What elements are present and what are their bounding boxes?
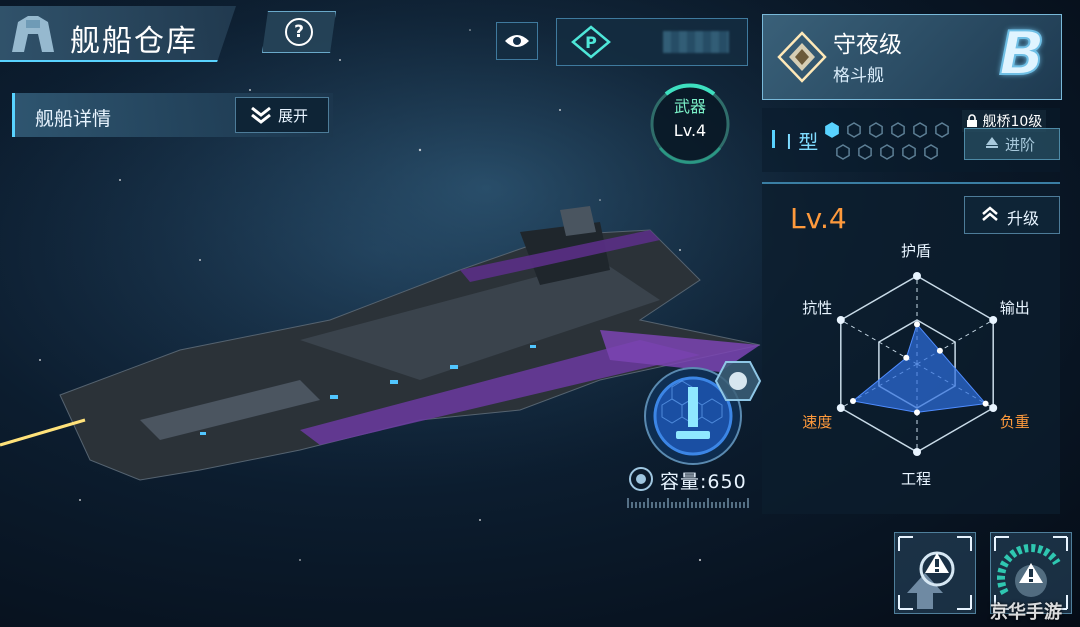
gem-icon (714, 361, 762, 401)
type-slot-empty (891, 122, 905, 138)
ship-detail-label: 舰船详情 (35, 108, 112, 130)
upgrade-warning-icon (898, 536, 972, 610)
ship-type: 格斗舰 (833, 66, 884, 86)
ship-class-name: 守夜级 (833, 32, 902, 58)
type-slot-empty (913, 122, 927, 138)
type-accent-bar (772, 130, 775, 148)
type-slot-empty (836, 144, 850, 160)
help-icon: ? (285, 18, 313, 46)
type-slot-empty (935, 122, 949, 138)
capacity-ruler (627, 498, 749, 508)
watermark: 京华手游 (990, 602, 1062, 623)
stat-label: 护盾 (901, 242, 932, 260)
class-badge-icon (777, 31, 827, 83)
radar-vertex (913, 448, 921, 456)
stats-radar-chart (836, 272, 998, 456)
advance-button[interactable]: 进阶 (964, 128, 1060, 160)
eye-icon (505, 35, 529, 47)
radar-vertex (836, 316, 845, 324)
currency-value-obscured (663, 31, 729, 53)
engine-beam (0, 418, 86, 447)
radar-value-point (914, 321, 920, 328)
advance-label: 进阶 (1005, 136, 1036, 154)
capacity-text: 容量:650 (660, 471, 747, 493)
type-label: I 型 (786, 130, 819, 154)
type-slot-empty (858, 144, 872, 160)
type-slot-empty (902, 144, 916, 160)
ship-detail-bar: 舰船详情 展开 (12, 93, 333, 137)
type-slot-grid (825, 122, 949, 160)
radar-value-area (851, 323, 987, 413)
double-chevron-down-icon (251, 106, 271, 124)
double-chevron-up-icon (982, 206, 998, 221)
expand-button[interactable]: 展开 (235, 97, 329, 133)
stat-label: 抗性 (802, 299, 833, 317)
expand-label: 展开 (278, 107, 309, 125)
stat-label: 速度 (802, 413, 833, 431)
type-slot-empty (880, 144, 894, 160)
ship-type-row: I 型 舰桥10级 进阶 (762, 108, 1060, 172)
stat-label: 工程 (901, 470, 932, 488)
stat-label: 负重 (999, 413, 1030, 431)
stat-label: 输出 (999, 299, 1030, 317)
advance-arrow-icon (986, 137, 998, 148)
type-slot-empty (869, 122, 883, 138)
p-currency-icon: P (571, 25, 611, 59)
type-slot-filled (825, 122, 839, 138)
help-button[interactable]: ? (262, 11, 336, 53)
radar-value-point (903, 354, 910, 361)
radar-value-point (914, 409, 920, 416)
type-slot-empty (924, 144, 938, 160)
radar-vertex (836, 404, 845, 412)
radar-vertex (913, 272, 921, 280)
capacity-icon (629, 467, 653, 491)
lock-icon (967, 114, 977, 127)
svg-text:P: P (585, 33, 597, 52)
view-toggle-button[interactable] (496, 22, 538, 60)
radar-vertex (989, 316, 998, 324)
upgrade-warning-button[interactable] (894, 532, 976, 614)
hangar-emblem-icon (12, 16, 54, 52)
ship-class-card: 守夜级 格斗舰 B (762, 14, 1062, 100)
weapon-label: 武器 (673, 97, 706, 116)
radar-vertex (989, 404, 998, 412)
currency-display: P (556, 18, 748, 66)
title-bar: 舰船仓库 (0, 6, 236, 62)
radar-value-point (936, 347, 943, 354)
radar-value-point (850, 398, 856, 404)
ship-grade: B (998, 18, 1046, 90)
radar-value-point (982, 400, 989, 407)
stats-panel: Lv.4 升级 护盾 输出 负重 工程 速度 抗性 (762, 182, 1060, 514)
weapon-level: Lv.4 (673, 121, 707, 140)
page-title: 舰船仓库 (70, 24, 198, 59)
type-slot-empty (847, 122, 861, 138)
